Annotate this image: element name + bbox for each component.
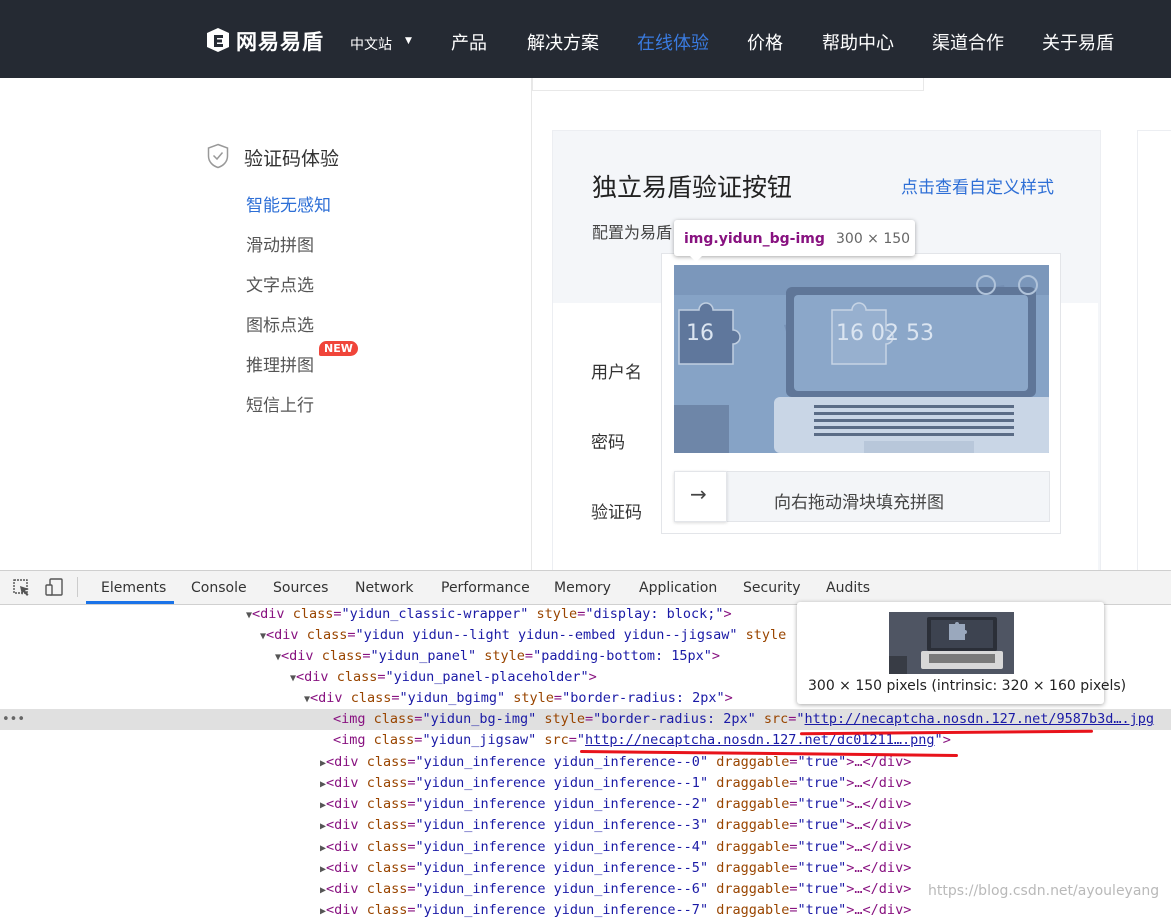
nav-item-solutions[interactable]: 解决方案: [527, 29, 599, 55]
nav-item-about[interactable]: 关于易盾: [1042, 29, 1114, 55]
image-preview-caption: 300 × 150 pixels (intrinsic: 320 × 160 p…: [808, 678, 1127, 694]
tab-elements[interactable]: Elements: [101, 580, 166, 596]
divider: [531, 78, 532, 578]
more-options-icon[interactable]: •••: [2, 712, 25, 727]
sidebar-item-icon-click[interactable]: 图标点选: [246, 311, 314, 336]
logo-icon[interactable]: [205, 26, 231, 54]
tab-memory[interactable]: Memory: [554, 580, 611, 596]
card-description: 配置为易盾: [592, 223, 673, 242]
sidebar-item-text-click[interactable]: 文字点选: [246, 271, 314, 296]
nav-item-channel[interactable]: 渠道合作: [932, 29, 1004, 55]
caret-down-icon[interactable]: ▼: [405, 36, 412, 46]
captcha-background-image: 16 16 02 53: [674, 265, 1049, 453]
tooltip-size: 300 × 150: [836, 231, 911, 247]
new-badge: NEW: [319, 341, 358, 356]
dom-node[interactable]: ▶<div class="yidun_inference yidun_infer…: [0, 837, 1171, 858]
image-preview-thumbnail: [889, 612, 1014, 674]
next-card: [1137, 130, 1171, 582]
tab-console[interactable]: Console: [191, 580, 247, 596]
tab-network[interactable]: Network: [355, 580, 413, 596]
bg-image-src-link[interactable]: http://necaptcha.nosdn.127.net/9587b3d….…: [805, 711, 1155, 727]
nav-item-pricing[interactable]: 价格: [747, 29, 783, 55]
dom-node[interactable]: ▶<div class="yidun_inference yidun_infer…: [0, 794, 1171, 815]
language-selector[interactable]: 中文站: [350, 34, 392, 54]
panel-edge: [532, 78, 924, 91]
tab-sources[interactable]: Sources: [273, 580, 328, 596]
watermark: https://blog.csdn.net/ayouleyang: [928, 883, 1160, 899]
dom-node[interactable]: ▶<div class="yidun_inference yidun_infer…: [0, 752, 1171, 773]
nav-item-help-center[interactable]: 帮助中心: [822, 29, 894, 55]
shield-icon: [207, 143, 229, 169]
tooltip-tail: [688, 254, 704, 262]
device-toolbar-icon[interactable]: [44, 577, 64, 597]
custom-style-link[interactable]: 点击查看自定义样式: [901, 173, 1054, 198]
tab-performance[interactable]: Performance: [441, 580, 530, 596]
sidebar-item-slide-jigsaw[interactable]: 滑动拼图: [246, 231, 314, 256]
slider-hint: 向右拖动滑块填充拼图: [774, 493, 944, 513]
sidebar-title: 验证码体验: [244, 148, 340, 170]
card-title: 独立易盾验证按钮: [592, 173, 793, 202]
toolbar-separator: [77, 577, 78, 597]
tab-security[interactable]: Security: [743, 580, 801, 596]
sidebar-item-sms[interactable]: 短信上行: [246, 391, 314, 416]
sidebar-item-inference[interactable]: 推理拼图: [246, 351, 314, 376]
captcha-image-digits-right: 16 02 53: [836, 321, 934, 346]
dom-node[interactable]: ▶<div class="yidun_inference yidun_infer…: [0, 773, 1171, 794]
logo-text[interactable]: 网易易盾: [236, 26, 324, 56]
username-label: 用户名: [591, 363, 642, 383]
captcha-image-digits-left: 16: [686, 321, 714, 346]
arrow-right-icon[interactable]: →: [690, 482, 707, 506]
password-label: 密码: [591, 433, 625, 453]
captcha-label: 验证码: [591, 503, 642, 523]
tooltip-selector: img.yidun_bg-img: [684, 231, 825, 247]
dom-node-selected[interactable]: <img class="yidun_bg-img" style="border-…: [0, 709, 1171, 730]
nav-item-products[interactable]: 产品: [451, 29, 487, 55]
inspect-element-icon[interactable]: [12, 578, 32, 598]
dom-node[interactable]: ▶<div class="yidun_inference yidun_infer…: [0, 815, 1171, 836]
sidebar-item-smart[interactable]: 智能无感知: [246, 191, 331, 216]
tab-audits[interactable]: Audits: [826, 580, 870, 596]
dom-node[interactable]: ▶<div class="yidun_inference yidun_infer…: [0, 858, 1171, 879]
tab-application[interactable]: Application: [639, 580, 717, 596]
nav-item-online-demo[interactable]: 在线体验: [637, 29, 709, 55]
